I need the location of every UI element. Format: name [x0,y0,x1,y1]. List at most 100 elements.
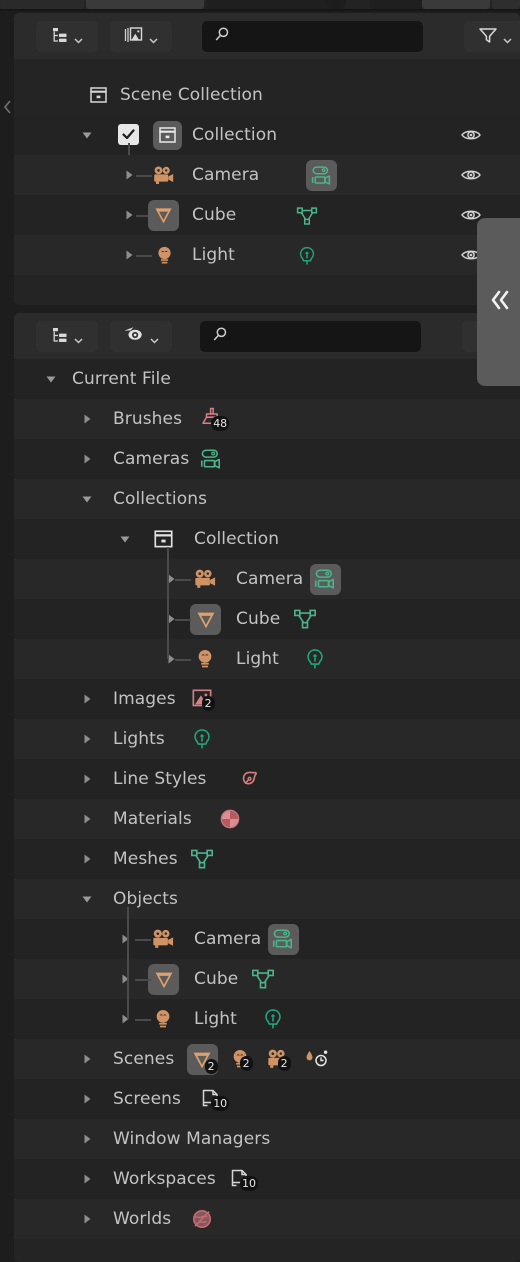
disclosure-triangle-closed[interactable] [80,1172,96,1188]
search-icon [212,326,229,347]
disclosure-triangle-closed[interactable] [118,1012,134,1028]
camera-data-icon[interactable] [267,924,299,955]
filter-dropdown[interactable] [464,21,520,52]
file-row-screens[interactable]: 10 Screens [14,1079,520,1119]
file-row-worlds[interactable]: Worlds [14,1199,520,1239]
mesh-data-icon[interactable] [189,846,215,872]
light-object-icon[interactable] [150,1006,176,1032]
file-row-label: Camera [236,569,304,589]
disclosure-triangle-open[interactable] [118,532,134,548]
file-row-meshes[interactable]: Meshes [14,839,520,879]
filter-mode-dropdown[interactable] [110,321,172,352]
top-strip-segment[interactable] [86,0,204,9]
chevron-double-left-icon [485,287,515,317]
file-row-cube[interactable]: Cube [14,599,520,639]
file-row-label: Window Managers [113,1129,271,1149]
light-data-icon[interactable] [302,646,328,672]
disclosure-triangle-closed[interactable] [80,852,96,868]
funnel-filter-icon [477,25,499,49]
collection-icon[interactable] [150,526,176,552]
file-row-brushes[interactable]: 48 Brushes [14,399,520,439]
disclosure-triangle-closed[interactable] [80,1092,96,1108]
file-row-images[interactable]: 2 Images [14,679,520,719]
search-input[interactable] [200,321,421,352]
collection-checkbox[interactable] [118,124,139,145]
camera-object-icon[interactable] [192,566,218,592]
camera-object-icon [150,162,177,189]
icon-count-badge: 2 [277,1056,291,1071]
file-row-cameras[interactable]: Cameras [14,439,520,479]
file-row-materials[interactable]: Materials [14,799,520,839]
file-row-camera[interactable]: Camera [14,919,520,959]
icon-count-badge: 2 [239,1056,253,1071]
file-row-line-styles[interactable]: Line Styles [14,759,520,799]
outliner-row-camera[interactable]: Camera [14,155,520,195]
top-strip-segment[interactable] [422,0,490,9]
visibility-eye-icon[interactable] [460,125,482,149]
chevron-left-icon[interactable] [1,96,13,118]
mesh-data-icon[interactable] [292,606,318,632]
file-row-workspaces[interactable]: 10 Workspaces [14,1159,520,1199]
disclosure-triangle-closed[interactable] [80,1212,96,1228]
camera-data-icon[interactable] [198,446,224,472]
file-row-window-managers[interactable]: Window Managers [14,1119,520,1159]
camera-data-icon[interactable] [306,160,337,191]
file-row-light[interactable]: Light [14,639,520,679]
disclosure-triangle-closed[interactable] [80,812,96,828]
region-collapse-button[interactable] [477,218,520,386]
disclosure-triangle-closed[interactable] [80,452,96,468]
disclosure-triangle-open[interactable] [80,892,96,908]
disclosure-triangle-closed[interactable] [80,772,96,788]
tree-trunk [127,907,129,1019]
camera-object-icon[interactable] [150,926,176,952]
light-data-icon[interactable] [260,1006,286,1032]
visibility-eye-icon[interactable] [460,165,482,189]
filter-mode-dropdown[interactable] [110,21,172,52]
top-strip-segment[interactable] [0,0,84,9]
file-row-cube[interactable]: Cube [14,959,520,999]
disclosure-triangle-closed[interactable] [80,1052,96,1068]
outliner-row-scene-collection[interactable]: Scene Collection [14,75,520,115]
top-strip-segment[interactable] [206,0,346,9]
file-row-light[interactable]: Light [14,999,520,1039]
outliner-row-cube[interactable]: Cube [14,195,520,235]
display-mode-dropdown[interactable] [36,321,98,352]
file-row-collections[interactable]: Collections [14,479,520,519]
mesh-data-icon[interactable] [250,966,276,992]
disclosure-triangle-closed[interactable] [80,412,96,428]
disclosure-triangle-open[interactable] [80,128,96,144]
tree-branch [135,939,151,941]
light-data-icon[interactable] [294,243,320,269]
disclosure-triangle-closed[interactable] [80,692,96,708]
disclosure-triangle-closed[interactable] [80,732,96,748]
mesh-object-icon[interactable] [190,604,221,635]
display-mode-dropdown[interactable] [36,21,98,52]
file-row-scenes[interactable]: 2 2 2 Scenes [14,1039,520,1079]
light-object-icon[interactable] [192,646,218,672]
file-row-label: Collection [194,529,280,549]
disclosure-triangle-open[interactable] [44,372,60,388]
outliner-row-light[interactable]: Light [14,235,520,275]
disclosure-triangle-open[interactable] [80,492,96,508]
top-strip-divider [0,9,520,11]
top-strip-segment[interactable] [492,0,520,9]
mesh-object-icon[interactable] [148,964,179,995]
search-input[interactable] [202,21,423,52]
render-scene-icon[interactable] [303,1046,329,1072]
disclosure-triangle-closed[interactable] [118,972,134,988]
mesh-data-icon[interactable] [294,203,320,229]
disclosure-triangle-closed[interactable] [80,1132,96,1148]
outliner-row-collection[interactable]: Collection [14,115,520,155]
camera-data-icon[interactable] [309,564,341,595]
file-row-lights[interactable]: Lights [14,719,520,759]
world-icon[interactable] [189,1206,215,1232]
disclosure-triangle-closed[interactable] [118,932,134,948]
file-row-label: Scenes [113,1049,175,1069]
material-icon[interactable] [217,806,243,832]
file-row-current-file[interactable]: Current File [14,359,520,399]
line-style-icon[interactable] [237,766,263,792]
file-row-collection[interactable]: Collection [14,519,520,559]
light-data-icon[interactable] [189,726,215,752]
file-row-camera[interactable]: Camera [14,559,520,599]
file-row-objects[interactable]: Objects [14,879,520,919]
